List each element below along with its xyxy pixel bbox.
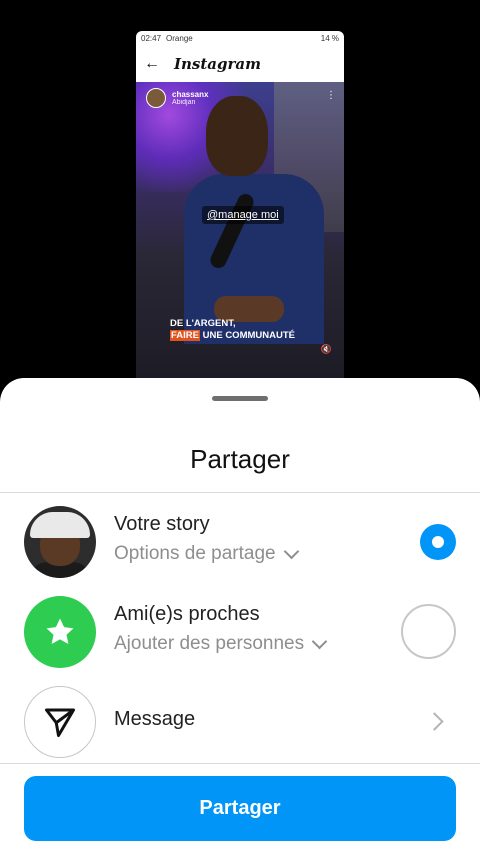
close-friends-avatar (24, 596, 96, 668)
chevron-down-icon (311, 633, 328, 649)
paper-plane-icon (45, 708, 75, 737)
divider (0, 763, 480, 764)
preview-header: ← Instagram (136, 46, 344, 82)
post-preview: 02:47 Orange 14 % ← Instagram chassanx A… (136, 31, 344, 391)
status-carrier: Orange (166, 34, 193, 43)
back-arrow-icon[interactable]: ← (144, 55, 160, 73)
option-close-friends[interactable]: Ami(e)s proches Ajouter des personnes (0, 589, 480, 675)
your-story-radio[interactable] (420, 524, 456, 560)
mention-tag: @manage moi (202, 206, 284, 224)
more-icon[interactable]: ⋮ (326, 90, 336, 101)
chevron-right-icon (425, 712, 444, 731)
option-your-story[interactable]: Votre story Options de partage (0, 499, 480, 585)
status-time: 02:47 (141, 34, 162, 43)
sheet-title: Partager (190, 444, 290, 474)
option-label: Votre story (114, 513, 210, 535)
mute-icon[interactable]: 🔇 (321, 344, 332, 355)
message-avatar (24, 686, 96, 758)
post-author: chassanx Abidjan (146, 88, 208, 108)
author-location: Abidjan (172, 99, 196, 106)
author-username: chassanx (172, 90, 209, 99)
app-title: Instagram (174, 55, 261, 73)
share-sheet: Partager Votre story Options de partage … (0, 378, 480, 854)
divider (0, 492, 480, 493)
share-button[interactable]: Partager (24, 776, 456, 841)
share-options-dropdown[interactable]: Options de partage (114, 543, 299, 565)
status-bar: 02:47 Orange 14 % (136, 31, 344, 46)
close-friends-radio[interactable] (401, 604, 456, 659)
star-icon (46, 618, 74, 645)
status-battery: 14 % (320, 34, 339, 43)
add-people-dropdown[interactable]: Ajouter des personnes (114, 633, 328, 655)
option-label: Message (114, 708, 196, 730)
option-label: Ami(e)s proches (114, 603, 260, 625)
video-caption: DE L'ARGENT, FAIRE UNE COMMUNAUTÉ (170, 318, 295, 341)
avatar (24, 506, 96, 578)
post-media: chassanx Abidjan ⋮ @manage moi DE L'ARGE… (136, 82, 344, 391)
option-message[interactable]: Message (0, 679, 480, 765)
drag-handle[interactable] (212, 396, 268, 401)
author-avatar (146, 88, 166, 108)
chevron-down-icon (283, 543, 299, 559)
speaker-figure (184, 96, 324, 344)
